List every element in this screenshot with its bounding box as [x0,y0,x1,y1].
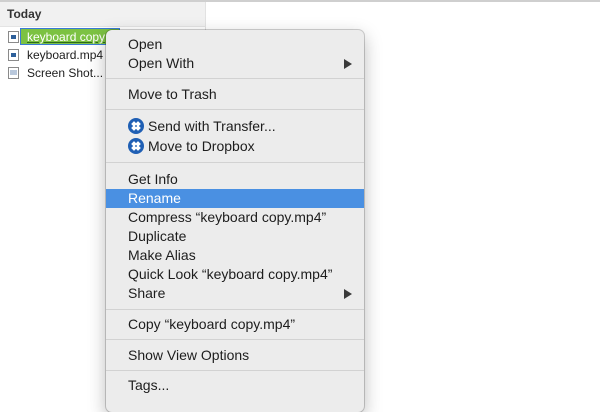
menu-item-send-with-transfer[interactable]: Send with Transfer... [106,117,364,136]
menu-separator [106,370,364,371]
video-file-icon [8,49,19,61]
menu-item-quick-look[interactable]: Quick Look “keyboard copy.mp4” [106,265,364,284]
menu-item-label: Share [128,285,166,301]
section-header-today: Today [0,2,205,27]
menu-item-label: Duplicate [128,228,187,244]
menu-item-label: Move to Trash [128,86,217,102]
menu-item-move-to-trash[interactable]: Move to Trash [106,85,364,104]
menu-item-label: Send with Transfer... [148,118,276,134]
menu-item-label: Open [128,36,163,52]
context-menu: Open Open With Move to Trash Send with T… [106,30,364,412]
dropbox-icon [128,118,144,134]
menu-separator [106,309,364,310]
menu-item-label: Rename [128,190,181,206]
menu-item-move-to-dropbox[interactable]: Move to Dropbox [106,137,364,156]
section-header-label: Today [7,7,42,21]
menu-item-compress[interactable]: Compress “keyboard copy.mp4” [106,208,364,227]
submenu-arrow-icon [344,289,352,299]
menu-item-open-with[interactable]: Open With [106,54,364,73]
dropbox-icon [128,138,144,154]
menu-item-duplicate[interactable]: Duplicate [106,227,364,246]
menu-item-show-view-options[interactable]: Show View Options [106,346,364,365]
menu-item-label: Get Info [128,171,178,187]
menu-item-label: Open With [128,55,195,71]
menu-item-rename[interactable]: Rename [106,189,364,208]
menu-separator [106,109,364,110]
menu-item-share[interactable]: Share [106,284,364,303]
menu-item-label: Quick Look “keyboard copy.mp4” [128,266,333,282]
menu-item-label: Show View Options [128,347,250,363]
video-file-icon [8,31,19,43]
file-name: Screen Shot... [27,66,104,80]
menu-separator [106,339,364,340]
menu-item-label: Make Alias [128,247,196,263]
menu-separator [106,162,364,163]
menu-item-label: Compress “keyboard copy.mp4” [128,209,327,225]
menu-item-make-alias[interactable]: Make Alias [106,246,364,265]
image-file-icon [8,67,19,79]
menu-item-tags[interactable]: Tags... [106,376,364,395]
menu-item-get-info[interactable]: Get Info [106,170,364,189]
menu-item-open[interactable]: Open [106,35,364,54]
menu-separator [106,78,364,79]
file-name: keyboard copy [27,30,106,44]
submenu-arrow-icon [344,59,352,69]
menu-item-copy[interactable]: Copy “keyboard copy.mp4” [106,315,364,334]
menu-item-label: Tags... [128,377,170,393]
file-name: keyboard.mp4 [27,48,104,62]
menu-item-label: Move to Dropbox [148,138,255,154]
menu-item-label: Copy “keyboard copy.mp4” [128,316,296,332]
